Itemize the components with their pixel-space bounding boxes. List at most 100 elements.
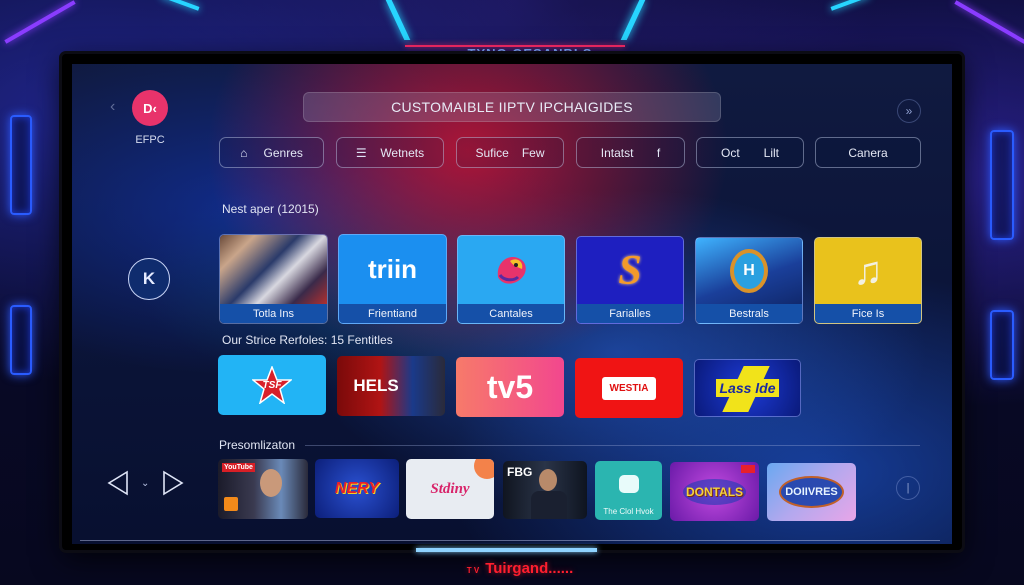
note-glyph: ♫ — [853, 248, 883, 293]
double-chevron-right-icon[interactable]: » — [897, 99, 921, 123]
channel-tile[interactable]: WESTIA — [575, 358, 683, 418]
tile-text: Lass lde — [716, 379, 779, 397]
person-figure — [539, 469, 557, 491]
triin-logo: triin — [339, 235, 446, 304]
channel-card[interactable]: Totla Ins — [219, 234, 328, 324]
content-tile[interactable]: NERY — [315, 459, 399, 518]
skip-back-button[interactable]: K — [128, 258, 170, 300]
music-note-icon: ♫ — [815, 238, 921, 304]
neon-strip — [4, 0, 76, 44]
channel-tile[interactable]: HELS — [337, 356, 445, 416]
filter-intatst[interactable]: Intatst f — [576, 137, 685, 168]
triangle-left-icon[interactable] — [107, 470, 129, 496]
filter-label: Intatst — [600, 145, 634, 160]
badge-ring: H — [730, 249, 768, 293]
progress-fill — [416, 548, 597, 552]
filter-oct[interactable]: Oct Lilt — [696, 137, 804, 168]
tile-caption: The Clol Hvok — [603, 507, 654, 516]
channel-tile[interactable]: Lass lde — [694, 359, 801, 417]
tile-text: FBG — [507, 465, 533, 479]
channel-card[interactable]: triin Frientiand — [338, 234, 447, 324]
bg-panel-right-2 — [990, 310, 1014, 380]
info-glyph: | — [906, 482, 910, 494]
brand-name: Tuirgand...... — [485, 560, 574, 577]
neon-strip — [385, 0, 411, 40]
card-caption: Totla Ins — [220, 304, 327, 323]
k-glyph: K — [142, 269, 156, 288]
filter-canera[interactable]: Canera — [815, 137, 921, 168]
channel-tile[interactable]: tv5 — [456, 357, 564, 417]
face-icon — [260, 469, 282, 497]
filter-label: Wetnets — [380, 145, 425, 160]
channel-card[interactable]: Cantales — [457, 235, 565, 324]
card-caption: Bestrals — [696, 304, 802, 323]
filter-label-secondary: Few — [521, 145, 545, 160]
chevron-left-icon[interactable]: ‹ — [110, 98, 115, 116]
content-tile[interactable]: FBG — [503, 461, 587, 519]
section-label-personalization: Presomlizaton — [219, 438, 296, 452]
person-body — [531, 491, 567, 519]
channel-tile[interactable]: TSF — [218, 355, 326, 415]
bg-panel-left-2 — [10, 305, 32, 375]
brand-footer: T V Tuirgand...... — [420, 560, 620, 577]
corner-badge — [474, 459, 494, 479]
progress-track[interactable] — [80, 540, 940, 541]
app-badge — [224, 497, 238, 511]
logo-glyph: D‹ — [143, 100, 157, 116]
filter-genres[interactable]: ⌂ Genres — [219, 137, 324, 168]
logo-text: H — [743, 262, 755, 279]
neon-strip — [954, 0, 1024, 44]
filter-label: Sufice — [475, 145, 509, 160]
list-icon: ☰ — [355, 145, 367, 160]
filter-label-secondary: f — [656, 145, 661, 160]
epg-logo[interactable]: D‹ — [132, 90, 168, 126]
tile-text: tv5 — [486, 368, 534, 405]
card-caption: Farialles — [577, 304, 683, 323]
section-label-featured: Our Strice Rerfoles: 15 Fentitles — [222, 333, 393, 347]
filter-label: Genres — [263, 145, 303, 160]
tile-text: NERY — [334, 479, 380, 497]
content-tile[interactable]: YouTube — [218, 459, 308, 519]
card-caption: Cantales — [458, 304, 564, 323]
tile-text: DONTALS — [682, 478, 747, 505]
s-logo: S — [577, 237, 683, 304]
home-icon: ⌂ — [240, 145, 248, 160]
tile-text: DOIIVRES — [779, 476, 844, 508]
tile-text: WESTIA — [601, 376, 657, 400]
chevron-down-icon[interactable]: ⌄ — [141, 478, 149, 489]
content-tile[interactable]: Stdiny — [406, 459, 494, 519]
bg-panel-left-1 — [10, 115, 32, 215]
logo-text: triin — [367, 254, 418, 284]
brand-prefix: T V — [466, 566, 480, 575]
card-caption: Fice Is — [815, 304, 921, 323]
filter-sufice[interactable]: Sufice Few — [456, 137, 564, 168]
neon-strip — [160, 0, 200, 11]
channel-card[interactable]: H Bestrals — [695, 237, 803, 324]
channel-card[interactable]: S Farialles — [576, 236, 684, 324]
content-tile[interactable]: DOIIVRES — [767, 463, 856, 521]
page-title: CUSTOMAIBLE IIPTV IPCHAIGIDES — [303, 92, 721, 122]
corner-badge — [741, 465, 755, 473]
content-tile[interactable]: DONTALS — [670, 462, 759, 521]
channel-card[interactable]: ♫ Fice Is — [814, 237, 922, 324]
tile-text: HELS — [353, 376, 399, 395]
epg-label: EFPC — [135, 134, 165, 146]
tile-text: Stdiny — [430, 480, 470, 497]
filter-label: Canera — [848, 145, 888, 160]
neon-strip — [620, 0, 646, 40]
forward-glyph: » — [905, 104, 913, 118]
logo-text: S — [618, 247, 642, 294]
filter-label-secondary: Lilt — [763, 145, 779, 160]
triangle-right-icon[interactable] — [162, 470, 184, 496]
info-button[interactable]: | — [896, 476, 920, 500]
filter-wetnets[interactable]: ☰ Wetnets — [336, 137, 444, 168]
filter-label: Oct — [720, 145, 740, 160]
content-tile[interactable]: The Clol Hvok — [595, 461, 662, 520]
chat-logo-icon — [619, 475, 639, 493]
crowd-photo — [220, 235, 327, 304]
section-label-new: Nest aper (12015) — [222, 202, 319, 216]
stage: TYNG GESANBLS ‹ D‹ EFPC CUSTOMAIBLE IIPT… — [0, 0, 1024, 585]
section-divider — [305, 445, 920, 446]
card-caption: Frientiand — [339, 304, 446, 323]
bird-logo-icon — [458, 236, 564, 304]
